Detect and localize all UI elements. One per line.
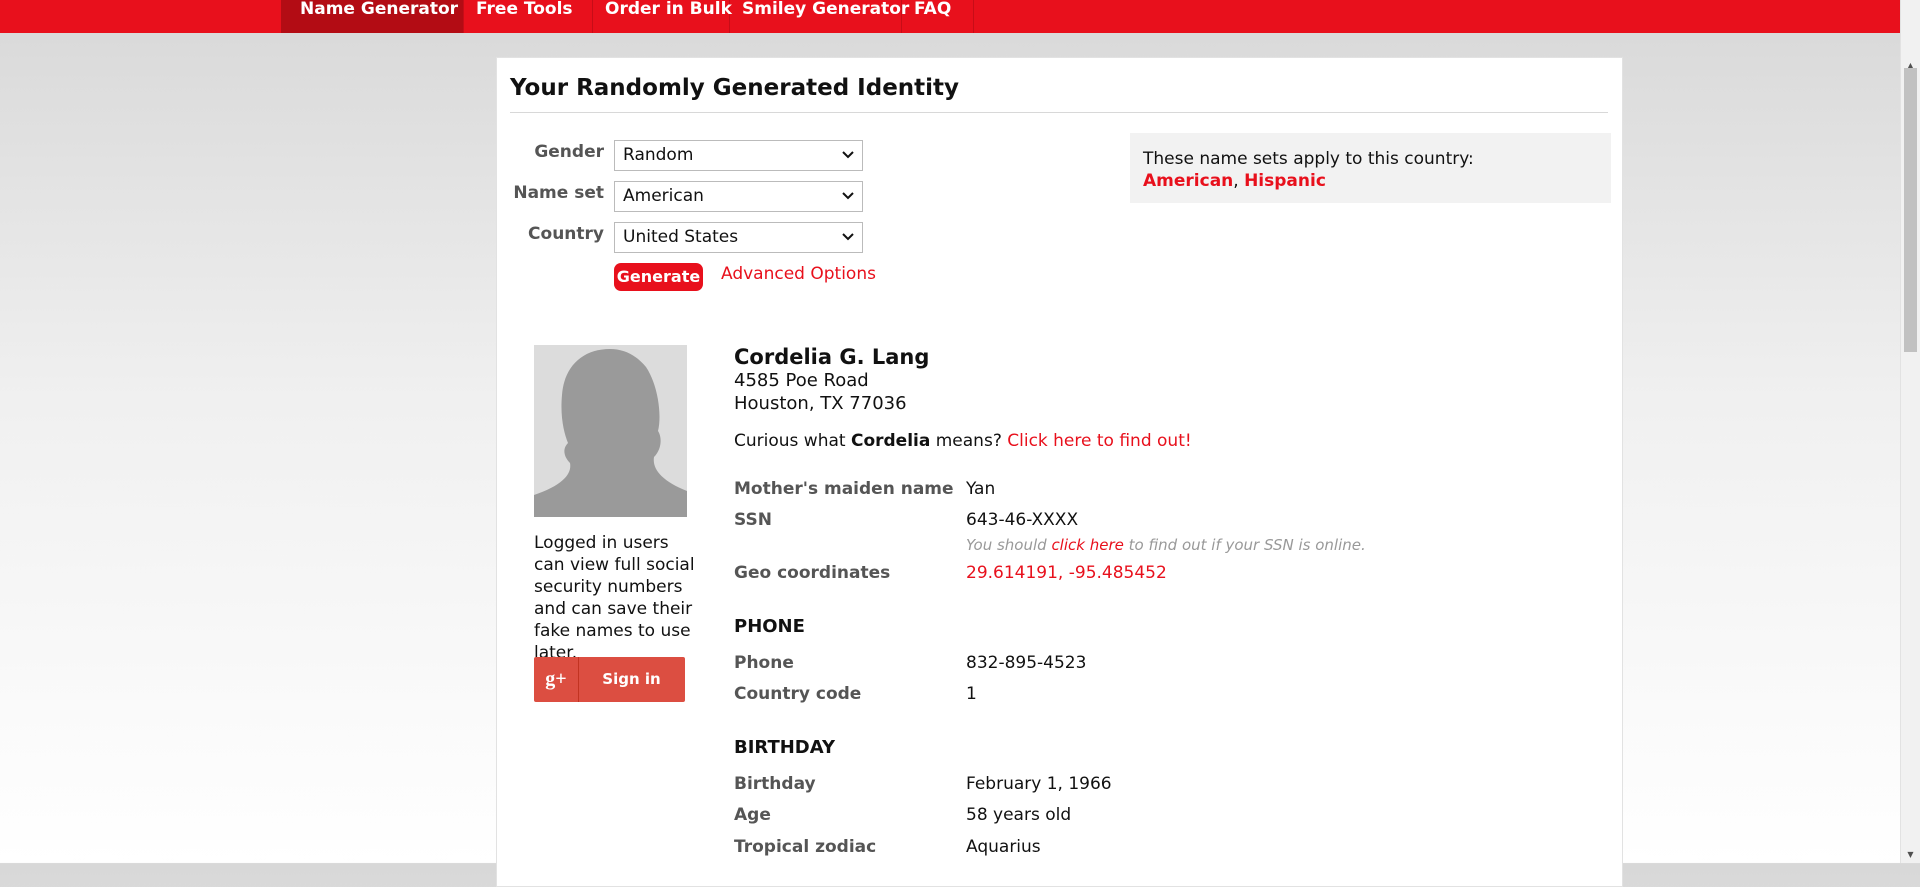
country-select-value: United States xyxy=(623,227,739,247)
chevron-down-icon xyxy=(842,151,854,159)
ssn-note: You should click here to find out if you… xyxy=(966,536,1366,554)
zodiac-value: Aquarius xyxy=(966,837,1041,857)
maiden-name-label: Mother's maiden name xyxy=(734,479,954,499)
gender-select-value: Random xyxy=(623,145,694,165)
ssn-note-suffix: to find out if your SSN is online. xyxy=(1123,536,1366,554)
generate-button[interactable]: Generate xyxy=(614,263,703,291)
nav-item-order-in-bulk[interactable]: Order in Bulk xyxy=(593,0,732,33)
phone-section-heading: PHONE xyxy=(734,616,805,637)
country-namesets-box: These name sets apply to this country: A… xyxy=(1130,133,1611,203)
nameset-select-value: American xyxy=(623,186,704,206)
google-plus-icon: g+ xyxy=(534,657,579,702)
country-namesets-text: These name sets apply to this country: xyxy=(1143,149,1474,169)
birthday-value: February 1, 1966 xyxy=(966,774,1112,794)
nameset-link-american[interactable]: American xyxy=(1143,171,1233,191)
geo-coordinates-label: Geo coordinates xyxy=(734,563,891,583)
login-info-text: Logged in users can view full social sec… xyxy=(534,533,695,663)
nameset-link-hispanic[interactable]: Hispanic xyxy=(1244,171,1326,191)
scrollbar-thumb[interactable] xyxy=(1904,68,1917,352)
country-code-label: Country code xyxy=(734,684,862,704)
advanced-options-link[interactable]: Advanced Options xyxy=(721,264,876,284)
age-label: Age xyxy=(734,805,771,825)
identity-name: Cordelia G. Lang xyxy=(734,345,930,369)
ssn-value: 643-46-XXXX xyxy=(966,510,1079,530)
name-meaning-suffix: means? xyxy=(930,431,1008,451)
birthday-label: Birthday xyxy=(734,774,816,794)
page-title: Your Randomly Generated Identity xyxy=(510,75,960,101)
scroll-down-arrow-icon[interactable]: ▼ xyxy=(1901,846,1920,863)
chevron-down-icon xyxy=(842,192,854,200)
country-code-value: 1 xyxy=(966,684,977,704)
address-line-2: Houston, TX 77036 xyxy=(734,393,907,414)
nameset-separator: , xyxy=(1233,171,1245,191)
phone-label: Phone xyxy=(734,653,794,673)
ssn-note-prefix: You should xyxy=(966,536,1052,554)
address-line-1: 4585 Poe Road xyxy=(734,370,869,391)
identity-panel: Your Randomly Generated Identity Gender … xyxy=(496,57,1623,887)
signin-label: Sign in xyxy=(602,670,661,688)
geo-coordinates-value[interactable]: 29.614191, -95.485452 xyxy=(966,563,1167,583)
avatar xyxy=(534,345,687,517)
gender-select[interactable]: Random xyxy=(614,140,863,171)
name-meaning-line: Curious what Cordelia means? Click here … xyxy=(734,431,1192,451)
page-scrollbar[interactable]: ▲ ▼ xyxy=(1900,0,1920,863)
chevron-down-icon xyxy=(842,233,854,241)
top-navigation-bar: Name Generator Free Tools Order in Bulk … xyxy=(0,0,1900,33)
country-label: Country xyxy=(528,224,604,244)
country-select[interactable]: United States xyxy=(614,222,863,253)
person-silhouette-icon xyxy=(534,345,687,517)
nav-item-name-generator[interactable]: Name Generator xyxy=(281,0,464,33)
name-meaning-link[interactable]: Click here to find out! xyxy=(1007,431,1191,451)
nav-item-free-tools[interactable]: Free Tools xyxy=(464,0,593,33)
first-name: Cordelia xyxy=(850,431,931,451)
google-plus-signin-button[interactable]: g+ Sign in xyxy=(534,657,685,702)
ssn-label: SSN xyxy=(734,510,772,530)
birthday-section-heading: BIRTHDAY xyxy=(734,737,835,758)
nav-item-smiley-generator[interactable]: Smiley Generator xyxy=(730,0,909,33)
name-meaning-prefix: Curious what xyxy=(734,431,851,451)
nav-item-faq[interactable]: FAQ xyxy=(902,0,974,33)
gender-label: Gender xyxy=(534,142,604,162)
nav-menu: Name Generator Free Tools Order in Bulk … xyxy=(281,0,974,33)
zodiac-label: Tropical zodiac xyxy=(734,837,877,857)
title-divider xyxy=(510,112,1608,113)
age-value: 58 years old xyxy=(966,805,1072,825)
nameset-select[interactable]: American xyxy=(614,181,863,212)
nameset-label: Name set xyxy=(513,183,604,203)
maiden-name-value: Yan xyxy=(966,479,996,499)
ssn-check-link[interactable]: click here xyxy=(1051,536,1123,554)
phone-value: 832-895-4523 xyxy=(966,653,1087,673)
